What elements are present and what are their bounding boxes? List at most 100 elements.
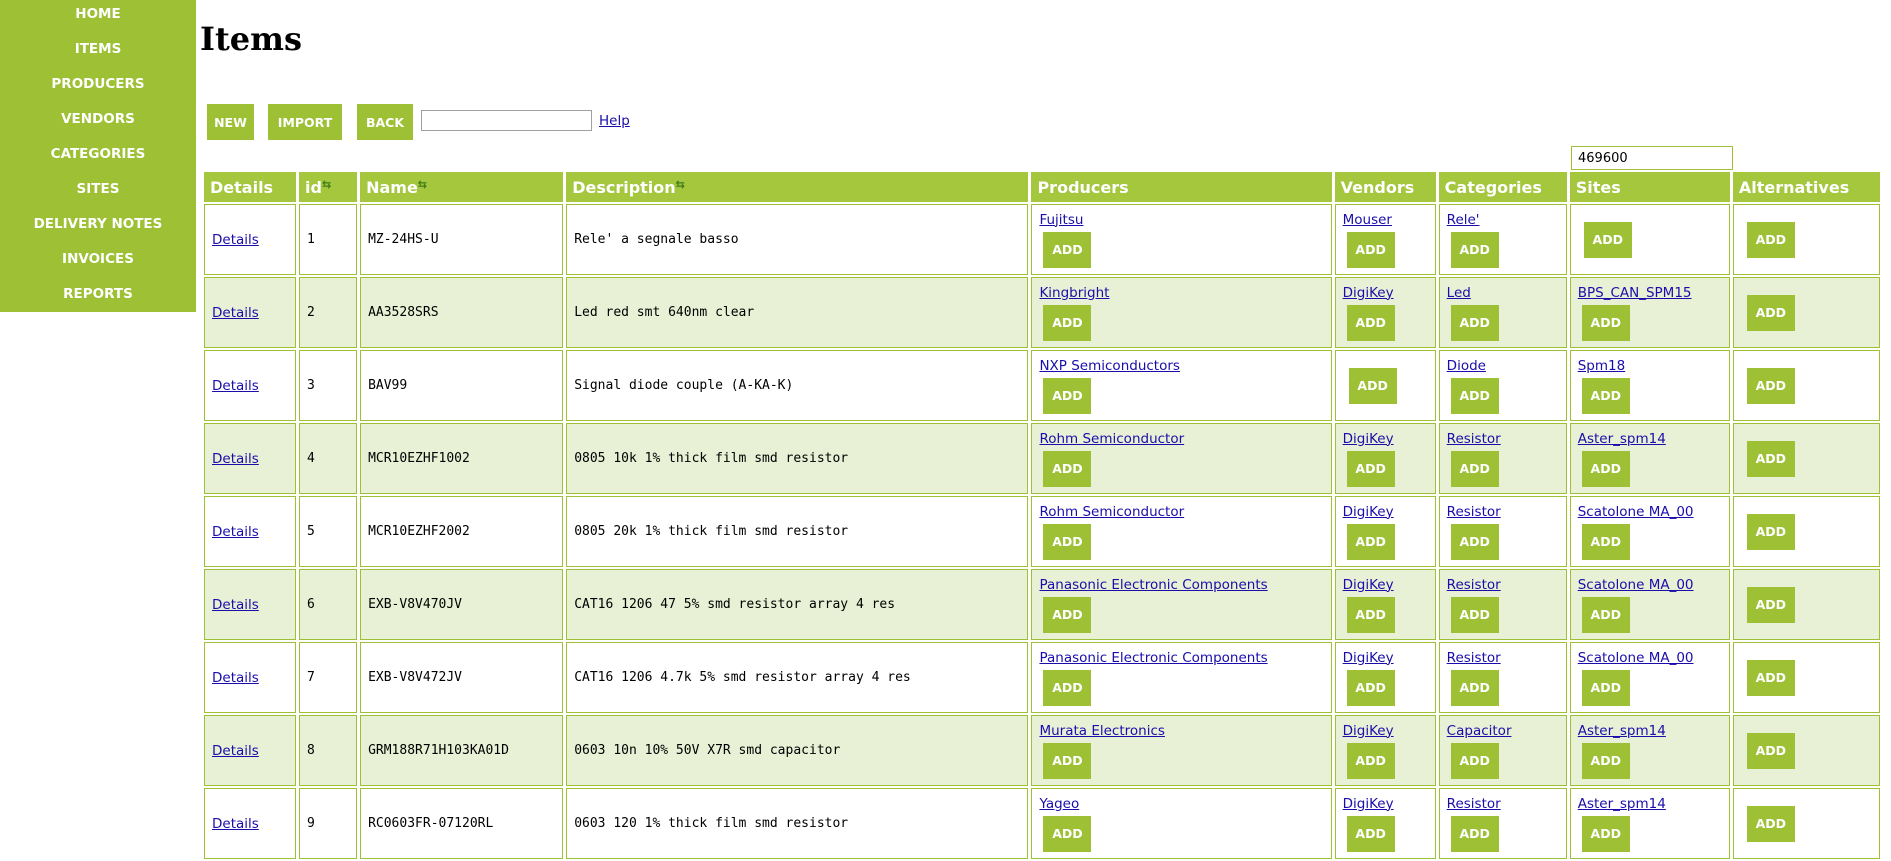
add-category-button[interactable]: ADD [1450, 815, 1499, 852]
add-vendor-button[interactable]: ADD [1346, 669, 1395, 706]
add-producer-button[interactable]: ADD [1043, 450, 1092, 487]
sites-filter-input[interactable] [1571, 146, 1733, 170]
add-site-button[interactable]: ADD [1581, 742, 1630, 779]
category-link[interactable]: Resistor [1447, 796, 1566, 812]
new-button[interactable]: NEW [207, 104, 254, 140]
producer-link[interactable]: Murata Electronics [1039, 723, 1330, 739]
nav-item-sites[interactable]: SITES [0, 175, 196, 210]
category-link[interactable]: Led [1447, 285, 1566, 301]
vendor-link[interactable]: DigiKey [1343, 723, 1435, 739]
add-vendor-button[interactable]: ADD [1346, 304, 1395, 341]
add-alternative-button[interactable]: ADD [1746, 805, 1795, 842]
add-category-button[interactable]: ADD [1450, 523, 1499, 560]
details-link[interactable]: Details [212, 378, 295, 394]
details-link[interactable]: Details [212, 816, 295, 832]
add-site-button[interactable]: ADD [1581, 596, 1630, 633]
add-alternative-button[interactable]: ADD [1746, 367, 1795, 404]
column-header-id[interactable]: id⇆ [299, 172, 358, 202]
add-site-button[interactable]: ADD [1581, 815, 1630, 852]
add-site-button[interactable]: ADD [1581, 304, 1630, 341]
category-link[interactable]: Diode [1447, 358, 1566, 374]
add-category-button[interactable]: ADD [1450, 304, 1499, 341]
category-link[interactable]: Rele' [1447, 212, 1566, 228]
add-vendor-button[interactable]: ADD [1346, 815, 1395, 852]
add-producer-button[interactable]: ADD [1043, 523, 1092, 560]
category-link[interactable]: Resistor [1447, 504, 1566, 520]
site-link[interactable]: Scatolone MA_00 [1578, 504, 1729, 520]
add-vendor-button[interactable]: ADD [1346, 742, 1395, 779]
nav-item-delivery-notes[interactable]: DELIVERY NOTES [0, 210, 196, 245]
add-alternative-button[interactable]: ADD [1746, 659, 1795, 696]
producer-link[interactable]: Rohm Semiconductor [1039, 431, 1330, 447]
add-site-button[interactable]: ADD [1581, 669, 1630, 706]
add-alternative-button[interactable]: ADD [1746, 732, 1795, 769]
add-alternative-button[interactable]: ADD [1746, 440, 1795, 477]
vendor-link[interactable]: DigiKey [1343, 796, 1435, 812]
category-link[interactable]: Resistor [1447, 431, 1566, 447]
details-link[interactable]: Details [212, 670, 295, 686]
column-header-name[interactable]: Name⇆ [360, 172, 564, 202]
add-producer-button[interactable]: ADD [1043, 742, 1092, 779]
add-producer-button[interactable]: ADD [1043, 669, 1092, 706]
column-header-description[interactable]: Description⇆ [566, 172, 1029, 202]
details-link[interactable]: Details [212, 305, 295, 321]
add-producer-button[interactable]: ADD [1043, 377, 1092, 414]
nav-item-invoices[interactable]: INVOICES [0, 245, 196, 280]
sort-arrow-icon[interactable]: ⇆ [418, 178, 427, 191]
vendor-link[interactable]: DigiKey [1343, 650, 1435, 666]
add-producer-button[interactable]: ADD [1043, 596, 1092, 633]
category-link[interactable]: Capacitor [1447, 723, 1566, 739]
nav-item-producers[interactable]: PRODUCERS [0, 70, 196, 105]
add-category-button[interactable]: ADD [1450, 596, 1499, 633]
site-link[interactable]: Aster_spm14 [1578, 796, 1729, 812]
back-button[interactable]: BACK [357, 104, 413, 140]
add-site-button[interactable]: ADD [1581, 450, 1630, 487]
details-link[interactable]: Details [212, 524, 295, 540]
site-link[interactable]: Scatolone MA_00 [1578, 650, 1729, 666]
vendor-link[interactable]: Mouser [1343, 212, 1435, 228]
add-site-button[interactable]: ADD [1583, 221, 1632, 258]
site-link[interactable]: Spm18 [1578, 358, 1729, 374]
add-vendor-button[interactable]: ADD [1346, 596, 1395, 633]
add-alternative-button[interactable]: ADD [1746, 586, 1795, 623]
nav-item-home[interactable]: HOME [0, 0, 196, 35]
vendor-link[interactable]: DigiKey [1343, 431, 1435, 447]
add-producer-button[interactable]: ADD [1043, 815, 1092, 852]
add-category-button[interactable]: ADD [1450, 231, 1499, 268]
category-link[interactable]: Resistor [1447, 650, 1566, 666]
sort-arrow-icon[interactable]: ⇆ [322, 178, 331, 191]
add-producer-button[interactable]: ADD [1043, 304, 1092, 341]
vendor-link[interactable]: DigiKey [1343, 577, 1435, 593]
add-category-button[interactable]: ADD [1450, 669, 1499, 706]
add-alternative-button[interactable]: ADD [1746, 294, 1795, 331]
add-alternative-button[interactable]: ADD [1746, 221, 1795, 258]
details-link[interactable]: Details [212, 451, 295, 467]
add-category-button[interactable]: ADD [1450, 377, 1499, 414]
add-site-button[interactable]: ADD [1581, 377, 1630, 414]
nav-item-categories[interactable]: CATEGORIES [0, 140, 196, 175]
add-vendor-button[interactable]: ADD [1346, 450, 1395, 487]
site-link[interactable]: Scatolone MA_00 [1578, 577, 1729, 593]
site-link[interactable]: Aster_spm14 [1578, 723, 1729, 739]
vendor-link[interactable]: DigiKey [1343, 285, 1435, 301]
producer-link[interactable]: Fujitsu [1039, 212, 1330, 228]
search-input[interactable] [421, 110, 592, 131]
nav-item-vendors[interactable]: VENDORS [0, 105, 196, 140]
add-vendor-button[interactable]: ADD [1346, 523, 1395, 560]
add-site-button[interactable]: ADD [1581, 523, 1630, 560]
details-link[interactable]: Details [212, 232, 295, 248]
details-link[interactable]: Details [212, 597, 295, 613]
category-link[interactable]: Resistor [1447, 577, 1566, 593]
import-button[interactable]: IMPORT [268, 104, 342, 140]
producer-link[interactable]: Panasonic Electronic Components [1039, 577, 1330, 593]
add-vendor-button[interactable]: ADD [1348, 367, 1397, 404]
add-alternative-button[interactable]: ADD [1746, 513, 1795, 550]
producer-link[interactable]: Kingbright [1039, 285, 1330, 301]
producer-link[interactable]: Panasonic Electronic Components [1039, 650, 1330, 666]
add-producer-button[interactable]: ADD [1043, 231, 1092, 268]
add-category-button[interactable]: ADD [1450, 450, 1499, 487]
site-link[interactable]: Aster_spm14 [1578, 431, 1729, 447]
add-vendor-button[interactable]: ADD [1346, 231, 1395, 268]
details-link[interactable]: Details [212, 743, 295, 759]
add-category-button[interactable]: ADD [1450, 742, 1499, 779]
